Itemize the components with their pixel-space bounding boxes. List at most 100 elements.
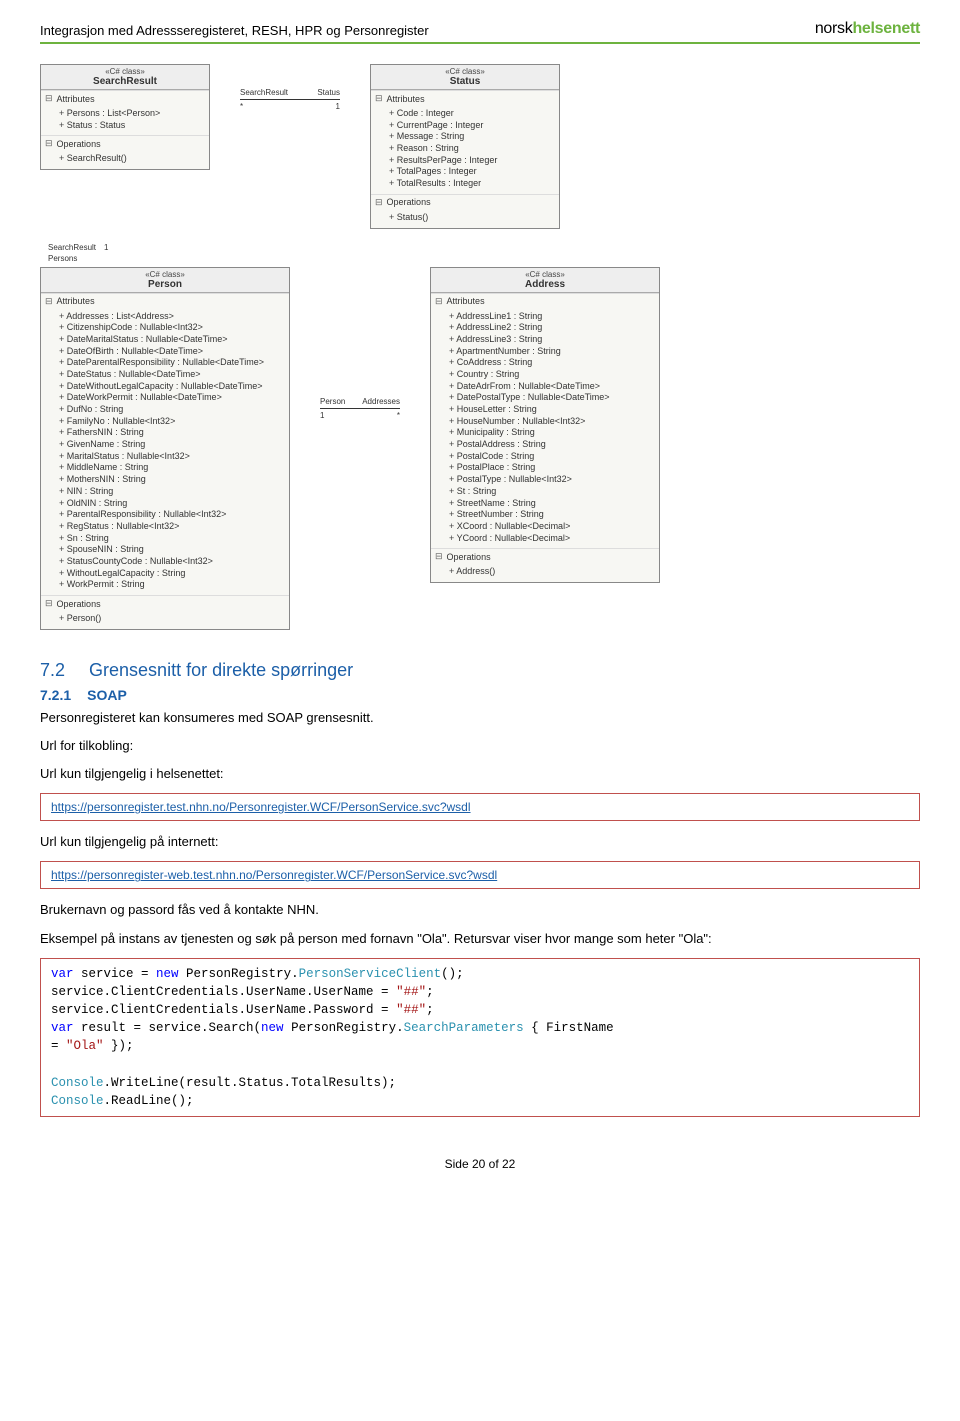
uml-attr: HouseLetter : String — [449, 404, 653, 416]
assoc-mult: * — [240, 102, 243, 111]
code-text: service = — [74, 967, 157, 981]
uml-attr: StreetName : String — [449, 498, 653, 510]
assoc-role: Status — [317, 88, 340, 97]
body-text: Url kun tilgjengelig på internett: — [40, 833, 920, 851]
uml-attr: PostalAddress : String — [449, 439, 653, 451]
code-keyword: var — [51, 1021, 74, 1035]
code-text: ; — [426, 985, 434, 999]
uml-attr: AddressLine3 : String — [449, 334, 653, 346]
uml-attr: OldNIN : String — [59, 498, 283, 510]
uml-operations: Person() — [41, 611, 289, 629]
uml-class-person: «C# class» Person Attributes Addresses :… — [40, 267, 290, 630]
uml-attr: StatusCountyCode : Nullable<Int32> — [59, 556, 283, 568]
uml-attr: DateWorkPermit : Nullable<DateTime> — [59, 392, 283, 404]
uml-operations-label: Operations — [431, 548, 659, 564]
uml-op: SearchResult() — [59, 153, 203, 165]
uml-attr: Municipality : String — [449, 427, 653, 439]
code-text: PersonRegistry. — [284, 1021, 404, 1035]
code-keyword: new — [156, 967, 179, 981]
uml-attr: TotalResults : Integer — [389, 178, 553, 190]
uml-attr: WorkPermit : String — [59, 579, 283, 591]
assoc-mult: * — [397, 411, 400, 420]
uml-class-address: «C# class» Address Attributes AddressLin… — [430, 267, 660, 583]
uml-attr: PostalCode : String — [449, 451, 653, 463]
uml-attr: CitizenshipCode : Nullable<Int32> — [59, 322, 283, 334]
body-text: Brukernavn og passord fås ved å kontakte… — [40, 901, 920, 919]
uml-attr: Persons : List<Person> — [59, 108, 203, 120]
uml-attr: StreetNumber : String — [449, 509, 653, 521]
code-keyword: new — [261, 1021, 284, 1035]
uml-class-searchresult: «C# class» SearchResult Attributes Perso… — [40, 64, 210, 170]
uml-attr: Code : Integer — [389, 108, 553, 120]
uml-attr: Sn : String — [59, 533, 283, 545]
code-text: service.ClientCredentials.UserName.UserN… — [51, 985, 396, 999]
code-text: result = service.Search( — [74, 1021, 262, 1035]
uml-attr: DateAdrFrom : Nullable<DateTime> — [449, 381, 653, 393]
uml-attr: ParentalResponsibility : Nullable<Int32> — [59, 509, 283, 521]
assoc-role: SearchResult — [48, 243, 96, 252]
uml-attr: AddressLine2 : String — [449, 322, 653, 334]
uml-attr: AddressLine1 : String — [449, 311, 653, 323]
uml-diagram: «C# class» SearchResult Attributes Perso… — [40, 64, 920, 630]
assoc-mult: 1 — [320, 411, 324, 420]
uml-attr: DatePostalType : Nullable<DateTime> — [449, 392, 653, 404]
logo-helsenett: helsenett — [852, 20, 920, 37]
uml-operations-label: Operations — [41, 595, 289, 611]
page-footer: Side 20 of 22 — [40, 1157, 920, 1171]
code-keyword: var — [51, 967, 74, 981]
uml-attributes: Persons : List<Person> Status : Status — [41, 106, 209, 135]
page-header: Integrasjon med Adressseregisteret, RESH… — [40, 20, 920, 44]
uml-attributes: Addresses : List<Address> CitizenshipCod… — [41, 309, 289, 596]
wsdl-link[interactable]: https://personregister.test.nhn.no/Perso… — [51, 800, 471, 814]
uml-attr: PostalType : Nullable<Int32> — [449, 474, 653, 486]
code-text: (); — [441, 967, 464, 981]
code-text: .WriteLine(result.Status.TotalResults); — [104, 1076, 397, 1090]
uml-attr: FathersNIN : String — [59, 427, 283, 439]
uml-attributes-label: Attributes — [41, 293, 289, 309]
uml-stereo: «C# class» — [49, 270, 281, 279]
uml-attr: Status : Status — [59, 120, 203, 132]
heading-number: 7.2.1 — [40, 687, 71, 703]
uml-operations: SearchResult() — [41, 151, 209, 169]
uml-attr: MiddleName : String — [59, 462, 283, 474]
uml-attr: MothersNIN : String — [59, 474, 283, 486]
uml-op: Person() — [59, 613, 283, 625]
uml-attr: TotalPages : Integer — [389, 166, 553, 178]
uml-attr: RegStatus : Nullable<Int32> — [59, 521, 283, 533]
uml-attr: WithoutLegalCapacity : String — [59, 568, 283, 580]
uml-op: Address() — [449, 566, 653, 578]
uml-attr: SpouseNIN : String — [59, 544, 283, 556]
assoc-role: Persons — [48, 254, 920, 263]
code-text: = — [51, 1039, 66, 1053]
assoc-role: Addresses — [362, 397, 400, 406]
uml-attr: YCoord : Nullable<Decimal> — [449, 533, 653, 545]
uml-attr: DateMaritalStatus : Nullable<DateTime> — [59, 334, 283, 346]
code-text: PersonRegistry. — [179, 967, 299, 981]
uml-attr: MaritalStatus : Nullable<Int32> — [59, 451, 283, 463]
code-sample: var service = new PersonRegistry.PersonS… — [40, 958, 920, 1117]
logo-norsk: norsk — [815, 20, 853, 37]
code-text: { FirstName — [524, 1021, 614, 1035]
uml-attributes-label: Attributes — [41, 90, 209, 106]
uml-operations: Address() — [431, 564, 659, 582]
body-text: Eksempel på instans av tjenesten og søk … — [40, 930, 920, 948]
wsdl-link[interactable]: https://personregister-web.test.nhn.no/P… — [51, 868, 497, 882]
uml-attributes-label: Attributes — [431, 293, 659, 309]
uml-operations-label: Operations — [41, 135, 209, 151]
uml-attributes-label: Attributes — [371, 90, 559, 106]
uml-attr: XCoord : Nullable<Decimal> — [449, 521, 653, 533]
code-string: "##" — [396, 1003, 426, 1017]
code-type: Console — [51, 1094, 104, 1108]
uml-attr: Message : String — [389, 131, 553, 143]
page-title: Integrasjon med Adressseregisteret, RESH… — [40, 23, 429, 38]
uml-association: Person Addresses 1 * — [320, 267, 400, 420]
uml-operations-label: Operations — [371, 194, 559, 210]
uml-attr: HouseNumber : Nullable<Int32> — [449, 416, 653, 428]
uml-attr: PostalPlace : String — [449, 462, 653, 474]
code-text: }); — [104, 1039, 134, 1053]
uml-attr: CurrentPage : Integer — [389, 120, 553, 132]
uml-attr: DateWithoutLegalCapacity : Nullable<Date… — [59, 381, 283, 393]
code-string: "##" — [396, 985, 426, 999]
uml-op: Status() — [389, 212, 553, 224]
uml-stereo: «C# class» — [49, 67, 201, 76]
